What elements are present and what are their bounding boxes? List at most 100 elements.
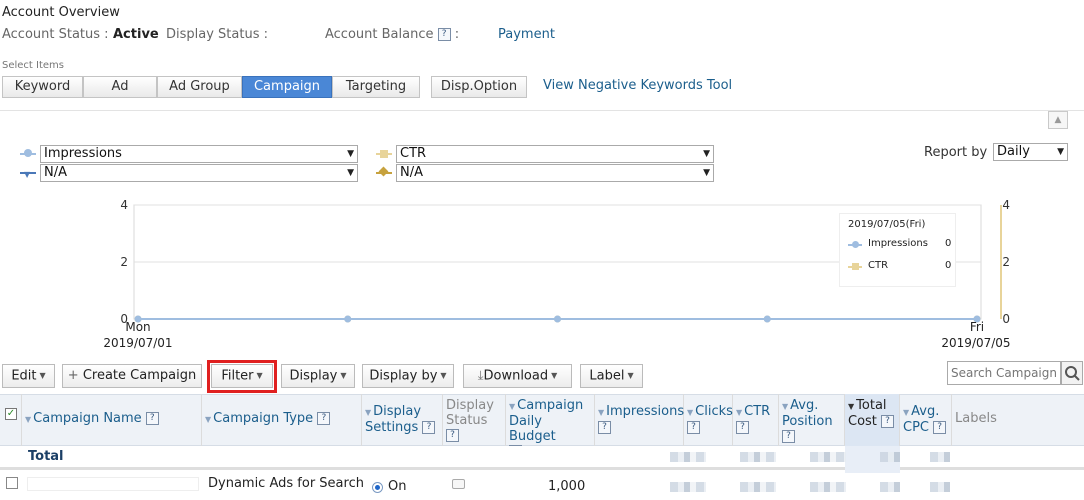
header-campaign-name-label: Campaign Name (33, 411, 142, 426)
square-icon (380, 150, 388, 158)
redacted-campaign-name[interactable] (27, 477, 199, 491)
payment-link[interactable]: Payment (498, 27, 555, 42)
header-impressions[interactable]: ▼ Impressions? (595, 394, 684, 446)
label-label: Label (589, 368, 625, 384)
select-items-label: Select Items (2, 60, 65, 71)
search-icon (1065, 366, 1080, 381)
caret-down-icon: ▼ (627, 371, 634, 380)
header-avg-position[interactable]: ▼ Avg. Position? (779, 394, 845, 446)
metric4-select[interactable]: N/A ▼ (396, 164, 714, 182)
header-avg-cpc-1: Avg. (911, 404, 940, 419)
sort-icon: ▼ (509, 402, 516, 411)
chevron-down-icon: ▼ (703, 149, 710, 159)
help-icon[interactable]: ? (437, 28, 451, 41)
header-clicks[interactable]: ▼ Clicks? (684, 394, 733, 446)
impressions-dot-icon (24, 149, 32, 157)
help-icon[interactable]: ? (145, 412, 159, 425)
tab-ad-group[interactable]: Ad Group (157, 76, 242, 98)
divider (0, 110, 1084, 111)
header-daily-budget-2: Daily Budget (509, 414, 556, 444)
header-daily-budget-1: Campaign (517, 398, 584, 413)
header-campaign-type-label: Campaign Type (213, 411, 314, 426)
help-icon[interactable]: ? (687, 421, 700, 434)
sort-icon: ▼ (736, 408, 743, 417)
header-avg-position-1: Avg. (790, 398, 819, 413)
campaign-type-cell: Dynamic Ads for Search (208, 476, 364, 491)
metric3-select[interactable]: CTR ▼ (396, 145, 714, 163)
filter-label: Filter (221, 368, 254, 384)
tooltip-ctr-value: 0 (945, 260, 952, 271)
tab-campaign[interactable]: Campaign (242, 76, 332, 98)
search-button[interactable] (1061, 361, 1083, 385)
header-clicks-label: Clicks (695, 404, 733, 419)
plus-icon: + (67, 368, 83, 383)
sort-icon: ▼ (782, 402, 789, 411)
daily-budget-cell: 1,000 (548, 479, 586, 494)
sort-icon: ▼ (687, 408, 694, 417)
header-ctr-label: CTR (744, 404, 771, 419)
redacted-value (810, 452, 846, 462)
chart-tooltip: 2019/07/05(Fri) Impressions 0 CTR 0 (839, 213, 956, 287)
tab-keyword[interactable]: Keyword (2, 76, 83, 98)
header-ctr[interactable]: ▼ CTR? (733, 394, 779, 446)
triangle-down-icon: ▼ (24, 170, 31, 179)
header-avg-cpc[interactable]: ▼ Avg. CPC ? (900, 394, 952, 446)
help-icon[interactable]: ? (736, 421, 749, 434)
account-status-label: Account Status : (2, 27, 109, 42)
display-settings-on: On (388, 479, 407, 494)
tab-ad[interactable]: Ad (83, 76, 157, 98)
square-icon (852, 263, 859, 270)
search-input[interactable] (947, 361, 1061, 385)
radio-on[interactable] (372, 482, 383, 493)
display-by-label: Display by (369, 368, 438, 384)
header-display-status-1: Display (446, 398, 494, 413)
row-checkbox[interactable] (6, 477, 18, 489)
negative-keywords-link[interactable]: View Negative Keywords Tool (543, 78, 732, 93)
select-all-checkbox[interactable]: ✓ (5, 408, 17, 420)
caret-down-icon: ▼ (256, 371, 263, 380)
header-total-cost[interactable]: ▼ Total Cost ? (845, 394, 900, 446)
data-point-impressions (554, 315, 561, 323)
metric2-value: N/A (44, 165, 67, 180)
disp-option-button[interactable]: Disp.Option (431, 76, 527, 98)
header-display-status: Display Status? (443, 394, 506, 446)
collapse-chart-icon[interactable]: ▲ (1048, 111, 1068, 129)
create-campaign-button[interactable]: + Create Campaign (62, 364, 202, 388)
label-button[interactable]: Label ▼ (580, 364, 643, 388)
header-display-status-2: Status (446, 413, 488, 428)
report-by-select[interactable]: Daily ▼ (993, 143, 1068, 161)
diamond-icon (378, 166, 389, 177)
help-icon[interactable]: ? (422, 421, 436, 434)
redacted-value (670, 482, 706, 492)
display-label: Display (289, 368, 338, 384)
y-tick-label-left: 2 (120, 255, 128, 269)
redacted-value (880, 452, 900, 462)
display-by-button[interactable]: Display by ▼ (362, 364, 454, 388)
chevron-down-icon: ▼ (1057, 147, 1064, 157)
edit-button[interactable]: Edit ▼ (2, 364, 55, 388)
y-tick-label-left: 4 (120, 198, 128, 212)
sort-icon: ▼ (205, 415, 212, 424)
header-campaign-name[interactable]: ▼ Campaign Name ? (22, 394, 202, 446)
display-button[interactable]: Display ▼ (281, 364, 355, 388)
tab-targeting[interactable]: Targeting (332, 76, 420, 98)
filter-button[interactable]: Filter ▼ (211, 364, 273, 388)
select-all-cell: ✓ (0, 394, 22, 446)
header-display-settings[interactable]: ▼ Display Settings ? (362, 394, 443, 446)
header-daily-budget[interactable]: ▼CampaignDaily Budget? (506, 394, 595, 458)
metric2-select[interactable]: N/A ▼ (40, 164, 358, 182)
download-button[interactable]: ⤓Download ▼ (463, 364, 572, 388)
account-status-value: Active (113, 27, 159, 42)
help-icon[interactable]: ? (933, 421, 947, 434)
header-avg-position-2: Position (782, 414, 833, 429)
y-tick-label-right: 4 (1002, 198, 1010, 212)
help-icon[interactable]: ? (782, 430, 795, 443)
metric1-select[interactable]: Impressions ▼ (40, 145, 358, 163)
help-icon[interactable]: ? (881, 415, 895, 428)
header-campaign-type[interactable]: ▼ Campaign Type ? (202, 394, 362, 446)
sort-icon: ▼ (365, 408, 372, 417)
help-icon[interactable]: ? (598, 421, 611, 434)
caret-down-icon: ▼ (340, 371, 347, 380)
help-icon[interactable]: ? (446, 429, 459, 442)
help-icon[interactable]: ? (317, 412, 331, 425)
